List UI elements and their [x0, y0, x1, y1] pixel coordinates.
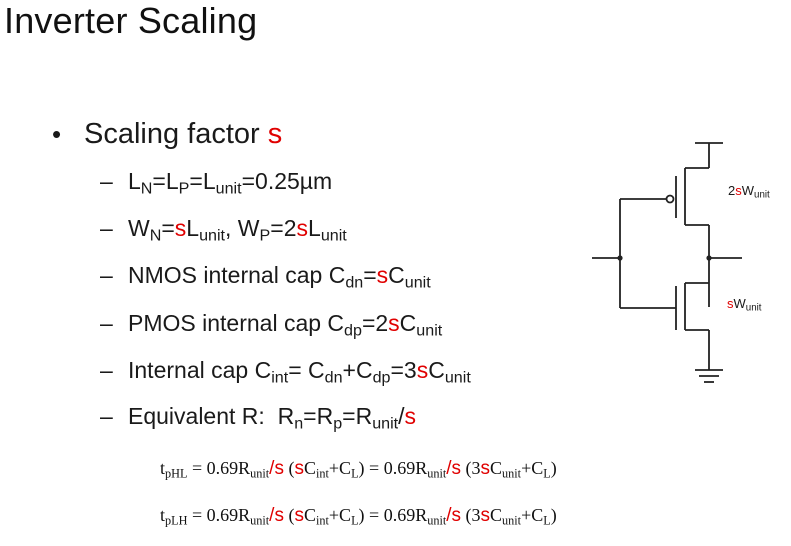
pmos-width-label: 2sWunit — [728, 183, 770, 201]
inverter-circuit-diagram — [592, 142, 742, 383]
nmos-width-label: sWunit — [727, 296, 762, 314]
